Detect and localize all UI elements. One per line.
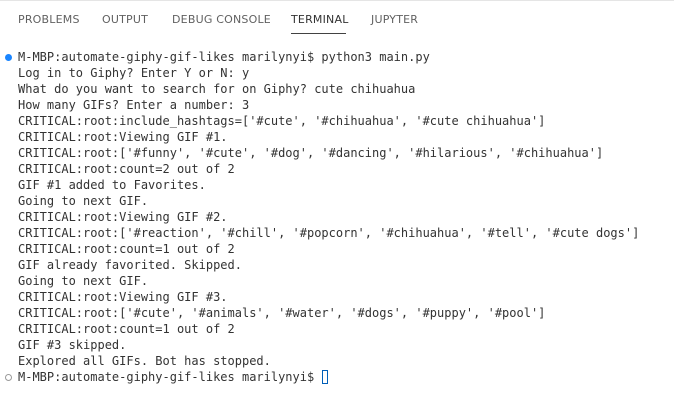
terminal-line: CRITICAL:root:include_hashtags=['#cute',… bbox=[18, 114, 546, 128]
terminal-line: How many GIFs? Enter a number: 3 bbox=[18, 98, 250, 112]
terminal-line: GIF #1 added to Favorites. bbox=[18, 178, 206, 192]
terminal-line: Going to next GIF. bbox=[18, 194, 149, 208]
prompt-decoration-icon[interactable] bbox=[5, 374, 12, 381]
terminal-panel: PROBLEMS OUTPUT DEBUG CONSOLE TERMINAL J… bbox=[0, 0, 674, 418]
terminal-line: CRITICAL:root:['#cute', '#animals', '#wa… bbox=[18, 306, 546, 320]
prompt-text: M-MBP:automate-giphy-gif-likes marilynyi… bbox=[18, 370, 322, 384]
tab-jupyter[interactable]: JUPYTER bbox=[371, 13, 418, 26]
terminal-line: CRITICAL:root:Viewing GIF #1. bbox=[18, 130, 228, 144]
terminal-line: What do you want to search for on Giphy?… bbox=[18, 82, 416, 96]
terminal-line: CRITICAL:root:Viewing GIF #3. bbox=[18, 290, 228, 304]
command-success-decoration-icon[interactable] bbox=[5, 54, 12, 61]
terminal-line: CRITICAL:root:count=2 out of 2 bbox=[18, 162, 235, 176]
tab-terminal[interactable]: TERMINAL bbox=[291, 13, 349, 26]
terminal-cursor bbox=[322, 370, 329, 384]
tab-debug-console[interactable]: DEBUG CONSOLE bbox=[172, 13, 271, 26]
terminal-line-active-prompt[interactable]: M-MBP:automate-giphy-gif-likes marilynyi… bbox=[18, 369, 329, 385]
active-tab-indicator bbox=[291, 33, 346, 34]
terminal-line: GIF #3 skipped. bbox=[18, 338, 127, 352]
terminal-line-prompt-command: M-MBP:automate-giphy-gif-likes marilynyi… bbox=[18, 50, 430, 64]
tab-problems[interactable]: PROBLEMS bbox=[18, 13, 80, 26]
terminal-line: CRITICAL:root:['#funny', '#cute', '#dog'… bbox=[18, 146, 604, 160]
tab-output[interactable]: OUTPUT bbox=[102, 13, 148, 26]
terminal-line: CRITICAL:root:count=1 out of 2 bbox=[18, 322, 235, 336]
terminal-line: Going to next GIF. bbox=[18, 274, 149, 288]
terminal-line: GIF already favorited. Skipped. bbox=[18, 258, 242, 272]
panel-tab-bar: PROBLEMS OUTPUT DEBUG CONSOLE TERMINAL J… bbox=[0, 1, 674, 35]
terminal-line: CRITICAL:root:count=1 out of 2 bbox=[18, 242, 235, 256]
terminal-line: CRITICAL:root:['#reaction', '#chill', '#… bbox=[18, 226, 640, 240]
terminal-line: CRITICAL:root:Viewing GIF #2. bbox=[18, 210, 228, 224]
terminal-line: Explored all GIFs. Bot has stopped. bbox=[18, 354, 271, 368]
terminal-line: Log in to Giphy? Enter Y or N: y bbox=[18, 66, 250, 80]
